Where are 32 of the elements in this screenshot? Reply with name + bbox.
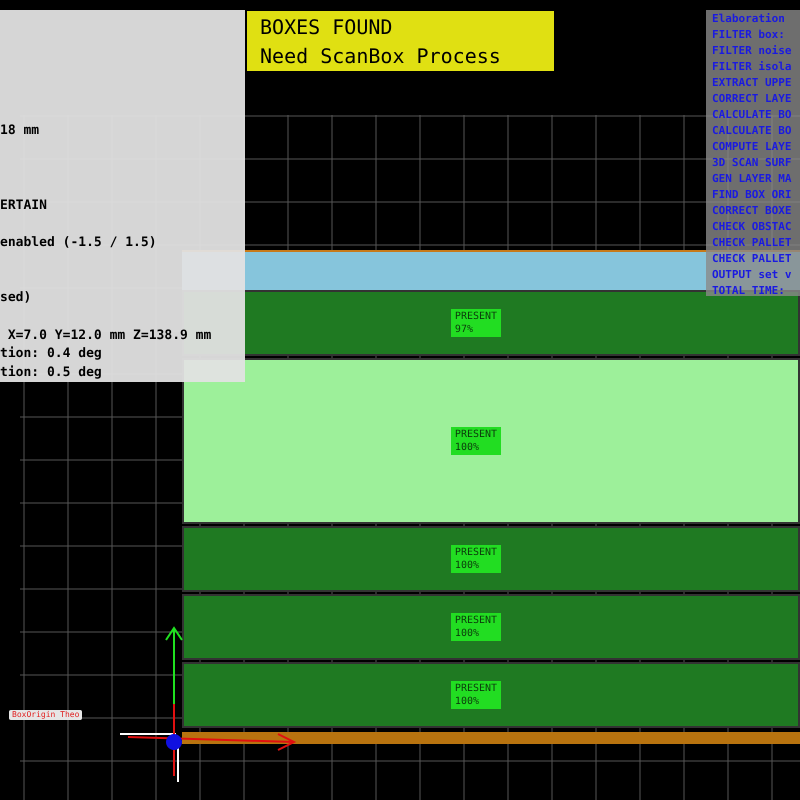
timing-line: CHECK OBSTAC [712,219,792,235]
timing-line: COMPUTE LAYE [712,139,792,155]
timing-line: CHECK PALLET [712,251,792,267]
timing-line: FILTER box: [712,27,786,43]
timing-line: CORRECT LAYE [712,91,792,107]
timing-line: EXTRACT UPPE [712,75,792,91]
info-line: sed) [0,290,32,306]
origin-label: BoxOrigin Theo [9,710,82,720]
info-line: enabled (-1.5 / 1.5) [0,235,157,251]
box-status-label: PRESENT 100% [450,427,502,455]
timing-line: CHECK PALLET [712,235,792,251]
timing-line: CORRECT BOXE [712,203,792,219]
timing-line: OUTPUT set v [712,267,792,283]
timing-line: FILTER noise [712,43,792,59]
info-line: tion: 0.4 deg [0,346,102,362]
box-status-label: PRESENT 100% [450,613,502,641]
timing-line: Elaboration [712,11,786,27]
info-line: 18 mm [0,123,40,139]
status-banner: BOXES FOUND Need ScanBox Process [247,11,554,71]
timing-line: 3D SCAN SURF [712,155,792,171]
info-line: tion: 0.5 deg [0,365,102,381]
timing-line: TOTAL TIME: [712,283,786,296]
timing-line: FIND BOX ORI [712,187,792,203]
timing-line: CALCULATE BO [712,107,792,123]
info-line: ERTAIN [0,198,47,214]
box-status-label: PRESENT 100% [450,545,502,573]
box-status-label: PRESENT 97% [450,309,502,337]
timing-line: FILTER isola [712,59,792,75]
timing-line: GEN LAYER MA [712,171,792,187]
timing-line: CALCULATE BO [712,123,792,139]
box-status-label: PRESENT 100% [450,681,502,709]
info-line: X=7.0 Y=12.0 mm Z=138.9 mm [6,328,212,344]
